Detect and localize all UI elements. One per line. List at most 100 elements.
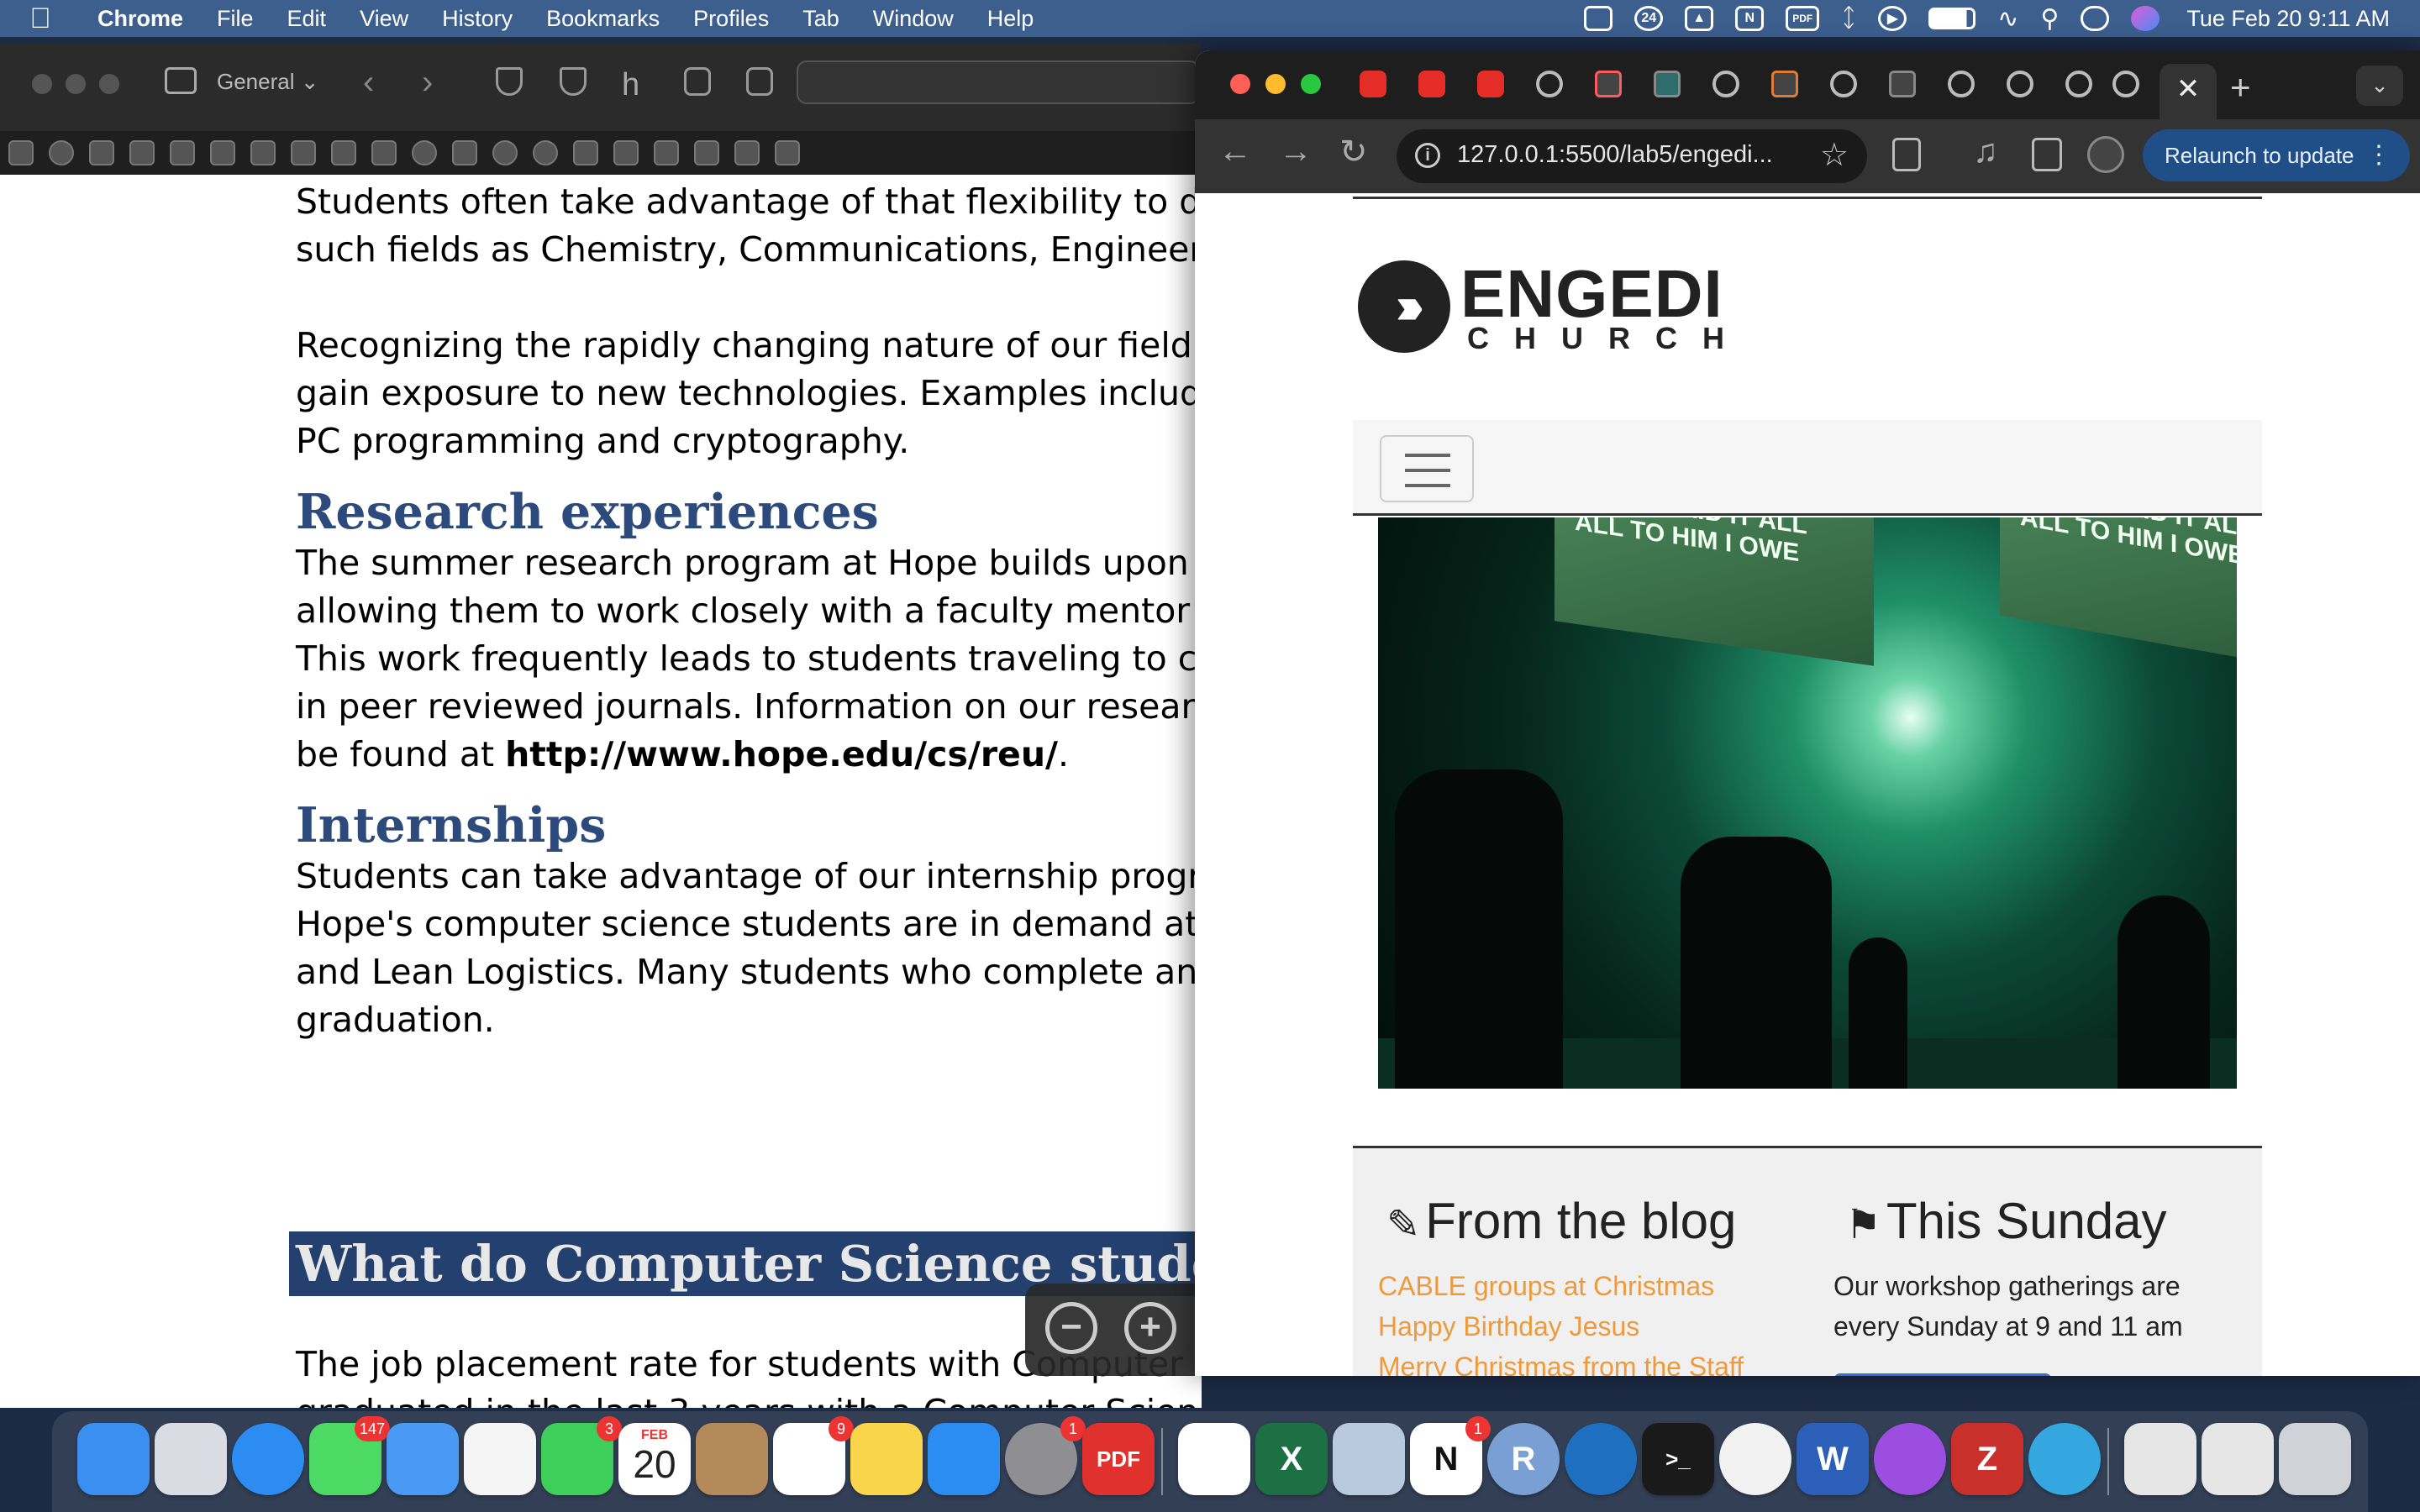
bookmark-star-icon[interactable]: ☆ [1820,136,1849,174]
control-center-icon[interactable] [2081,6,2110,31]
spotlight-icon[interactable]: ⚲ [2040,4,2059,34]
dock-preview-icon[interactable] [1333,1423,1405,1495]
menu-app-chrome[interactable]: Chrome [81,6,200,32]
active-tab-close-icon[interactable]: ✕ [2160,64,2217,119]
dock-vscode-icon[interactable] [1565,1423,1637,1495]
tab-search-button[interactable]: ⌄ [2356,66,2403,106]
bookmark-icon[interactable] [89,140,114,165]
dock-reminders-icon[interactable]: 9 [773,1416,854,1495]
youtube-tab-icon[interactable] [1360,71,1386,97]
relaunch-button[interactable]: Relaunch to update ⋮ [2143,129,2410,181]
pdf-icon[interactable]: PDF [1786,6,1820,31]
dock-pdf-expert-icon[interactable]: PDF [1082,1423,1155,1495]
bookmark-icon[interactable] [8,140,34,165]
dock-contacts-icon[interactable] [696,1423,768,1495]
site-tab-icon[interactable] [1654,71,1681,97]
bookmark-icon[interactable] [775,140,800,165]
dock-excel-icon[interactable]: X [1255,1423,1328,1495]
vpn-shield-icon[interactable] [1584,6,1613,31]
globe-tab-icon[interactable] [2112,71,2139,97]
medium-tab-icon[interactable] [1889,71,1916,97]
globe-tab-icon[interactable] [2065,71,2092,97]
dock-podcasts-icon[interactable] [1874,1423,1946,1495]
site-info-icon[interactable]: i [1415,143,1440,168]
drive-icon[interactable]: ▲ [1685,6,1714,31]
dock-telegram-icon[interactable] [2028,1423,2101,1495]
dock-trash-icon[interactable] [2279,1423,2351,1495]
reddit-icon[interactable] [412,140,437,165]
grammarly-icon[interactable] [492,140,518,165]
menu-view[interactable]: View [343,6,425,32]
profile-avatar[interactable] [2087,136,2124,173]
dock-app-store-icon[interactable] [928,1423,1000,1495]
menu-history[interactable]: History [425,6,529,32]
youtube-icon[interactable] [170,140,195,165]
bookmark-icon[interactable] [452,140,477,165]
menu-profiles[interactable]: Profiles [676,6,786,32]
extensions-icon[interactable] [1892,138,1921,171]
notebook-icon[interactable] [684,67,711,96]
bookmark-icon[interactable] [371,140,397,165]
globe-tab-icon[interactable] [1712,71,1739,97]
dock-notion-icon[interactable]: N1 [1410,1416,1491,1495]
linkedin-icon[interactable] [331,140,356,165]
dock-terminal-icon[interactable]: >_ [1642,1423,1714,1495]
siri-icon[interactable] [2131,6,2160,31]
close-window-button[interactable] [1230,74,1250,94]
wikipedia-icon[interactable] [210,140,235,165]
dock-messages-icon[interactable]: 147 [309,1416,390,1495]
side-panel-icon[interactable] [2032,138,2062,171]
shield-icon[interactable] [496,67,523,96]
apple-menu-icon[interactable]:  [0,3,81,35]
bookmark-icon[interactable] [291,140,316,165]
dock-things-icon[interactable] [1178,1423,1250,1495]
dock-document-1-icon[interactable] [2124,1423,2196,1495]
menu-file[interactable]: File [200,6,271,32]
reload-icon[interactable]: ↻ [1339,133,1368,171]
youtube-icon[interactable] [129,140,155,165]
dock-facetime-icon[interactable]: 3 [541,1416,622,1495]
notion-icon[interactable]: N [1735,6,1765,31]
tab-group-selector[interactable]: General ⌄ [217,69,319,95]
address-bar[interactable]: i 127.0.0.1:5500/lab5/engedi... ☆ [1397,129,1867,183]
media-controls-icon[interactable]: ♫ [1973,133,1998,171]
sunday-button[interactable] [1833,1373,2052,1376]
dock-calendar-icon[interactable]: FEB 20 [618,1423,691,1495]
menu-tab[interactable]: Tab [786,6,856,32]
dock-r-studio-icon[interactable]: R [1487,1423,1560,1495]
youtube-tab-icon[interactable] [1477,71,1504,97]
clock[interactable]: Tue Feb 20 9:11 AM [2186,6,2390,32]
youtube-tab-icon[interactable] [1418,71,1445,97]
zoom-in-icon[interactable]: + [1124,1302,1176,1354]
zoom-window-button[interactable] [1301,74,1321,94]
menu-window[interactable]: Window [856,6,971,32]
battery-icon[interactable] [1928,8,1976,29]
zoom-out-icon[interactable]: − [1045,1302,1097,1354]
globe-tab-icon[interactable] [2007,71,2033,97]
dock-chrome-icon[interactable] [1719,1423,1791,1495]
calendar-24-icon[interactable]: 24 [1634,6,1664,31]
zoom-window-button[interactable] [99,74,119,94]
back-arrow-icon[interactable]: ← [1218,133,1252,171]
site-tab-icon[interactable] [1771,71,1798,97]
hypothesis-icon[interactable]: h [622,67,649,102]
blog-link[interactable]: CABLE groups at Christmas [1378,1266,1744,1306]
bookmark-icon[interactable] [533,140,558,165]
reader-icon[interactable] [746,67,773,96]
bookmark-icon[interactable] [654,140,679,165]
grammarly-icon[interactable] [49,140,74,165]
forward-arrow-icon[interactable]: → [1279,133,1313,171]
bookmark-icon[interactable] [250,140,276,165]
back-arrow-icon[interactable]: ‹ [363,64,374,102]
dock-photos-icon[interactable] [464,1423,536,1495]
dock-system-settings-icon[interactable]: 1 [1005,1416,1086,1495]
vpn-shield-icon[interactable] [560,67,587,96]
airbnb-tab-icon[interactable] [1595,71,1622,97]
address-bar[interactable] [797,60,1200,104]
globe-tab-icon[interactable] [1948,71,1975,97]
blog-link[interactable]: Happy Birthday Jesus [1378,1306,1744,1347]
close-window-button[interactable] [32,74,52,94]
forward-arrow-icon[interactable]: › [422,64,433,102]
more-menu-icon[interactable]: ⋮ [2366,129,2391,181]
blog-link[interactable]: Merry Christmas from the Staff [1378,1347,1744,1376]
